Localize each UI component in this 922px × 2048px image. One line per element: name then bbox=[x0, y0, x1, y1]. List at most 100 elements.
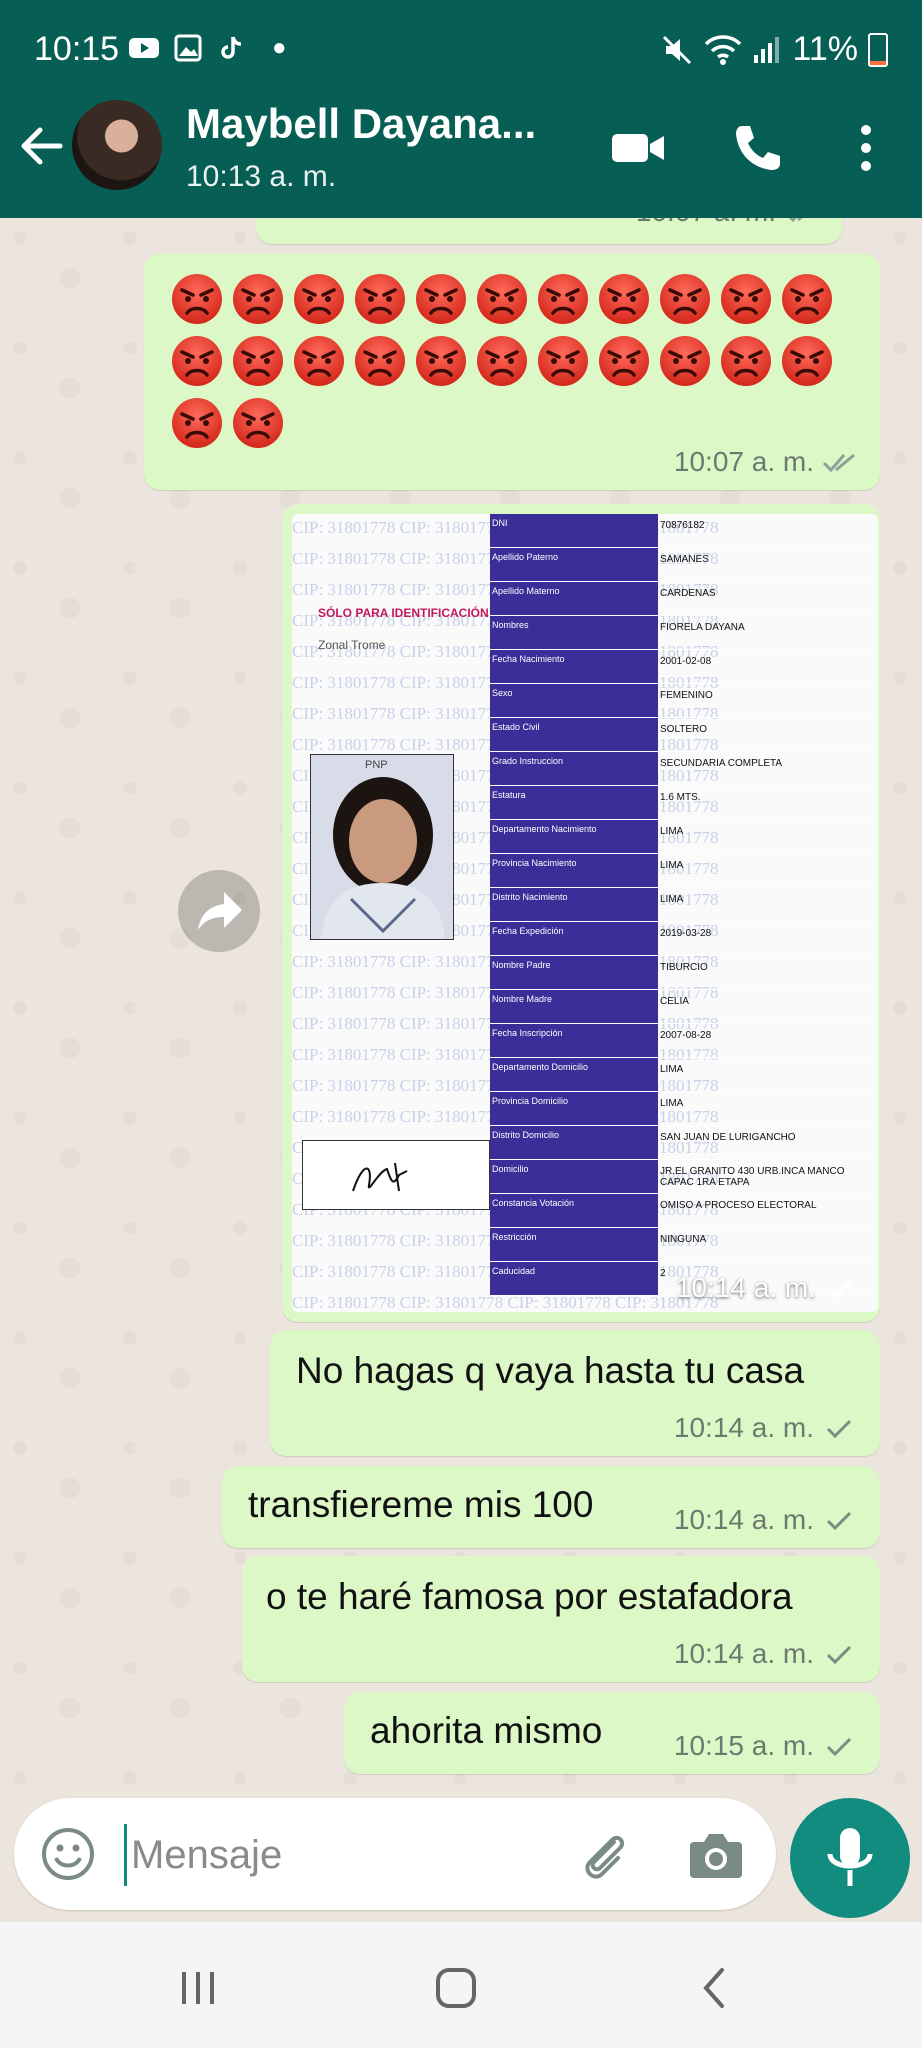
id-table-row: Fecha Expedición 2019-03-28 bbox=[490, 922, 874, 956]
image-message[interactable]: CIP: 31801778 CIP: 31801778 CIP: 3180177… bbox=[282, 504, 880, 1322]
camera-icon[interactable] bbox=[686, 1826, 746, 1882]
message-text: o te haré famosa por estafadora bbox=[266, 1576, 793, 1617]
signature bbox=[352, 1162, 408, 1192]
youtube-icon bbox=[129, 38, 159, 58]
attach-icon[interactable] bbox=[574, 1824, 634, 1884]
person-photo bbox=[311, 755, 453, 939]
id-field-label: Nombre Madre bbox=[490, 990, 658, 1023]
more-options-icon[interactable] bbox=[836, 118, 896, 178]
id-field-label: Distrito Domicilio bbox=[490, 1126, 658, 1159]
id-field-label: Sexo bbox=[490, 684, 658, 717]
message-input[interactable] bbox=[124, 1824, 553, 1886]
id-field-label: DNI bbox=[490, 514, 658, 547]
message-time: 10:14 a. m. bbox=[673, 1412, 814, 1443]
message-composer[interactable] bbox=[14, 1798, 776, 1910]
message-bubble[interactable]: o te haré famosa por estafadora 10:14 a.… bbox=[242, 1556, 880, 1682]
id-field-label: Departamento Domicilio bbox=[490, 1058, 658, 1091]
back-nav-icon[interactable] bbox=[686, 1958, 746, 2018]
id-field-value: 70876182 bbox=[660, 520, 705, 531]
id-table-row: Apellido Paterno SAMANES bbox=[490, 548, 874, 582]
id-field-label: Fecha Nacimiento bbox=[490, 650, 658, 683]
status-time: 10:15 bbox=[34, 30, 120, 68]
id-data-table: DNI 70876182 Apellido Paterno SAMANES Apelli… bbox=[490, 514, 874, 1312]
angry-face-emoji bbox=[538, 274, 588, 324]
id-field-value: LIMA bbox=[660, 894, 684, 905]
message-text: No hagas q vaya hasta tu casa bbox=[296, 1350, 805, 1391]
app-header: 10:15 ● 11% Maybell Dayana... 10:13 a. m… bbox=[0, 0, 922, 218]
status-bar: 10:15 ● 11% bbox=[0, 0, 922, 100]
id-field-value: FIORELA DAYANA bbox=[660, 622, 745, 633]
single-tick-icon bbox=[826, 1511, 852, 1531]
id-table-row: Domicilio JR.EL GRANITO 430 URB.INCA MANC… bbox=[490, 1160, 874, 1194]
photo-label: PNP bbox=[365, 759, 388, 771]
forward-button[interactable] bbox=[178, 870, 260, 952]
id-field-value: SECUNDARIA COMPLETA bbox=[660, 758, 783, 769]
dot-icon: ● bbox=[272, 34, 287, 61]
message-meta: 10:07 a. m. bbox=[674, 446, 856, 478]
angry-face-emoji bbox=[233, 336, 283, 386]
id-field-label: Caducidad bbox=[490, 1262, 658, 1295]
chat-area[interactable]: 10:07 a. m. 10:07 a. m. CIP: 31801778 CI… bbox=[0, 218, 922, 1798]
angry-face-emoji bbox=[172, 274, 222, 324]
message-bubble[interactable]: transfiereme mis 100 10:14 a. m. bbox=[222, 1466, 880, 1548]
id-table-row: Restricción NINGUNA bbox=[490, 1228, 874, 1262]
message-text: transfiereme mis 100 bbox=[248, 1484, 594, 1525]
angry-face-emoji bbox=[660, 336, 710, 386]
single-tick-icon bbox=[828, 1279, 854, 1299]
phone-icon[interactable] bbox=[728, 118, 788, 178]
id-table-row: Departamento Nacimiento LIMA bbox=[490, 820, 874, 854]
angry-face-emoji bbox=[416, 274, 466, 324]
video-call-icon[interactable] bbox=[608, 118, 668, 178]
id-field-value: FEMENINO bbox=[660, 690, 713, 701]
id-table-row: DNI 70876182 bbox=[490, 514, 874, 548]
id-field-label: Fecha Expedición bbox=[490, 922, 658, 955]
angry-face-emoji bbox=[599, 274, 649, 324]
id-table-row: Estado Civil SOLTERO bbox=[490, 718, 874, 752]
message-time: 10:07 a. m. bbox=[673, 446, 814, 477]
message-bubble-partial[interactable]: 10:07 a. m. bbox=[256, 218, 842, 244]
emoji-grid bbox=[170, 272, 850, 450]
single-tick-icon bbox=[826, 1645, 852, 1665]
message-time: 10:14 a. m. bbox=[675, 1272, 816, 1303]
message-bubble[interactable]: No hagas q vaya hasta tu casa 10:14 a. m… bbox=[270, 1330, 880, 1456]
voice-message-button[interactable] bbox=[790, 1798, 910, 1918]
id-document-image[interactable]: CIP: 31801778 CIP: 31801778 CIP: 3180177… bbox=[292, 514, 878, 1312]
recent-apps-icon[interactable] bbox=[168, 1958, 228, 2018]
id-table-row: Constancia Votación OMISO A PROCESO ELECT… bbox=[490, 1194, 874, 1228]
id-table-row: Fecha Inscripción 2007-08-28 bbox=[490, 1024, 874, 1058]
id-field-label: Constancia Votación bbox=[490, 1194, 658, 1227]
id-field-label: Domicilio bbox=[490, 1160, 658, 1193]
message-meta: 10:14 a. m. bbox=[674, 1412, 856, 1444]
forward-icon bbox=[198, 892, 242, 930]
double-tick-icon bbox=[788, 218, 803, 223]
message-meta: 10:15 a. m. bbox=[674, 1730, 856, 1762]
id-field-value: 2007-08-28 bbox=[660, 1030, 712, 1041]
back-arrow-icon[interactable] bbox=[14, 118, 70, 174]
home-icon[interactable] bbox=[426, 1958, 486, 2018]
id-table-row: Departamento Domicilio LIMA bbox=[490, 1058, 874, 1092]
id-field-value: 2001-02-08 bbox=[660, 656, 712, 667]
angry-face-emoji bbox=[355, 274, 405, 324]
contact-name[interactable]: Maybell Dayana... bbox=[186, 100, 536, 148]
id-field-value: SOLTERO bbox=[660, 724, 708, 735]
id-field-value: LIMA bbox=[660, 1064, 684, 1075]
id-table-row: Distrito Nacimiento LIMA bbox=[490, 888, 874, 922]
avatar[interactable] bbox=[72, 100, 162, 190]
id-field-label: Nombre Padre bbox=[490, 956, 658, 989]
message-bubble-emoji[interactable]: 10:07 a. m. bbox=[144, 254, 880, 490]
message-bubble[interactable]: ahorita mismo 10:15 a. m. bbox=[344, 1692, 880, 1774]
id-field-label: Provincia Nacimiento bbox=[490, 854, 658, 887]
signature-box bbox=[302, 1140, 490, 1210]
angry-face-emoji bbox=[233, 274, 283, 324]
image-meta: 10:14 a. m. bbox=[676, 1272, 858, 1304]
emoji-icon[interactable] bbox=[40, 1826, 96, 1882]
double-tick-icon bbox=[822, 453, 855, 473]
system-nav-bar bbox=[0, 1922, 922, 2048]
battery-fill bbox=[870, 61, 886, 65]
wifi-icon bbox=[705, 34, 742, 65]
angry-face-emoji bbox=[233, 398, 283, 448]
battery-icon bbox=[868, 32, 888, 67]
mute-icon bbox=[663, 35, 692, 64]
angry-face-emoji bbox=[660, 274, 710, 324]
angry-face-emoji bbox=[477, 336, 527, 386]
